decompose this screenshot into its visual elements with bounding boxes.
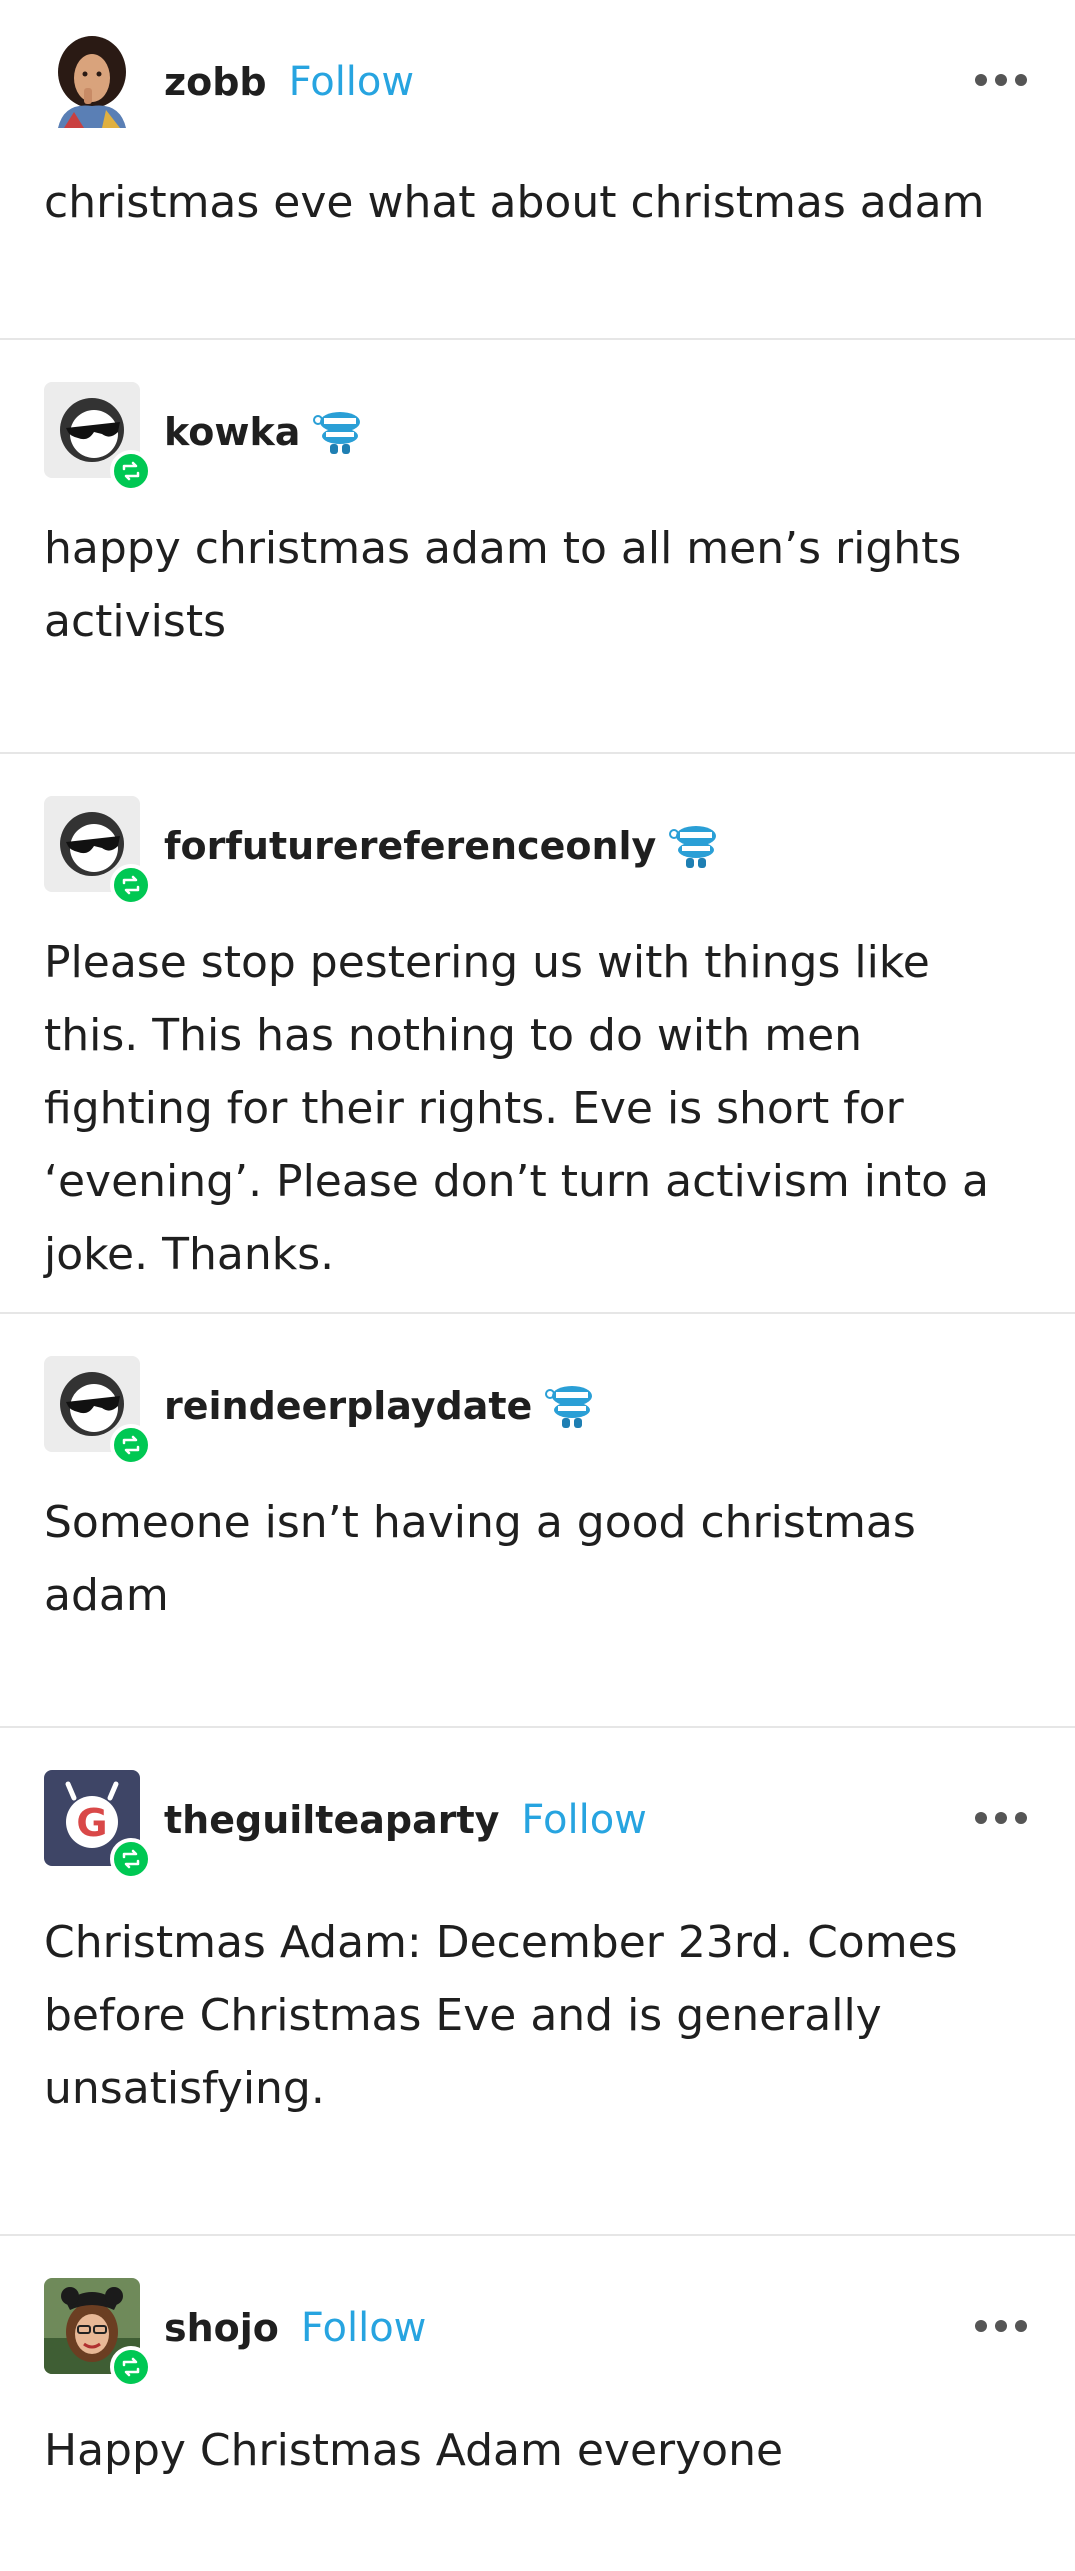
person-photo-icon bbox=[44, 32, 140, 128]
more-options-icon[interactable] bbox=[975, 1808, 1027, 1828]
username[interactable]: theguilteaparty bbox=[164, 1798, 499, 1842]
more-options-icon[interactable] bbox=[975, 2316, 1027, 2336]
post-text: Christmas Adam: December 23rd. Comes bef… bbox=[44, 1917, 958, 2114]
post-header: zobb Follow bbox=[0, 32, 1075, 128]
avatar[interactable] bbox=[44, 2278, 152, 2388]
reblog-badge bbox=[110, 864, 152, 906]
reblog-icon bbox=[122, 2357, 140, 2377]
reblog-icon bbox=[122, 875, 140, 895]
reblog-badge bbox=[110, 1838, 152, 1880]
reblog-thread: zobb Follow christmas eve what about chr… bbox=[0, 32, 1075, 2571]
dot bbox=[995, 74, 1007, 86]
username[interactable]: reindeerplaydate bbox=[164, 1384, 532, 1428]
post-reindeerplaydate: reindeerplaydate Someone isn’t having a … bbox=[0, 1356, 1075, 1728]
reblog-badge bbox=[110, 2346, 152, 2388]
post-header: forfuturereferenceonly bbox=[0, 796, 1075, 906]
dot bbox=[975, 74, 987, 86]
post-shojo: shojo Follow Happy Christmas Adam everyo… bbox=[0, 2278, 1075, 2571]
username[interactable]: kowka bbox=[164, 410, 300, 454]
post-header: reindeerplaydate bbox=[0, 1356, 1075, 1466]
dot bbox=[975, 1812, 987, 1824]
reblog-badge bbox=[110, 450, 152, 492]
post-header: kowka bbox=[0, 382, 1075, 492]
post-text: Happy Christmas Adam everyone bbox=[44, 2425, 784, 2476]
avatar[interactable] bbox=[44, 32, 140, 128]
post-header: G theguilteaparty Follow bbox=[0, 1770, 1075, 1880]
follow-button[interactable]: Follow bbox=[521, 1797, 646, 1843]
follow-button[interactable]: Follow bbox=[289, 59, 414, 105]
dot bbox=[975, 2320, 987, 2332]
reblog-icon bbox=[122, 1849, 140, 1869]
dot bbox=[1015, 74, 1027, 86]
name-row: shojo Follow bbox=[164, 2302, 426, 2354]
chattering-teeth-icon bbox=[668, 818, 720, 874]
avatar[interactable] bbox=[44, 1356, 152, 1466]
post-forfuturereferenceonly: forfuturereferenceonly Please stop peste… bbox=[0, 796, 1075, 1314]
post-text: happy christmas adam to all men’s rights… bbox=[44, 523, 962, 647]
post-zobb: zobb Follow christmas eve what about chr… bbox=[0, 32, 1075, 340]
follow-button[interactable]: Follow bbox=[301, 2305, 426, 2351]
name-row: kowka bbox=[164, 406, 364, 458]
avatar[interactable] bbox=[44, 796, 152, 906]
name-row: theguilteaparty Follow bbox=[164, 1794, 647, 1846]
name-row: zobb Follow bbox=[164, 56, 414, 108]
post-text: Please stop pestering us with things lik… bbox=[44, 937, 990, 1280]
username[interactable]: forfuturereferenceonly bbox=[164, 824, 656, 868]
name-row: reindeerplaydate bbox=[164, 1380, 596, 1432]
dot bbox=[995, 1812, 1007, 1824]
post-header: shojo Follow bbox=[0, 2278, 1075, 2388]
chattering-teeth-icon bbox=[312, 404, 364, 460]
avatar[interactable]: G bbox=[44, 1770, 152, 1880]
svg-text:G: G bbox=[76, 1801, 107, 1845]
reblog-badge bbox=[110, 1424, 152, 1466]
username[interactable]: zobb bbox=[164, 60, 267, 104]
dot bbox=[1015, 1812, 1027, 1824]
username[interactable]: shojo bbox=[164, 2306, 279, 2350]
dot bbox=[1015, 2320, 1027, 2332]
name-row: forfuturereferenceonly bbox=[164, 820, 720, 872]
post-kowka: kowka happy christmas adam to all men’s … bbox=[0, 382, 1075, 754]
post-text: Someone isn’t having a good christmas ad… bbox=[44, 1497, 916, 1621]
reblog-icon bbox=[122, 1435, 140, 1455]
post-text: christmas eve what about christmas adam bbox=[44, 177, 985, 228]
chattering-teeth-icon bbox=[544, 1378, 596, 1434]
more-options-icon[interactable] bbox=[975, 70, 1027, 90]
dot bbox=[995, 2320, 1007, 2332]
post-theguilteaparty: G theguilteaparty Follow Christmas Adam: bbox=[0, 1770, 1075, 2236]
avatar[interactable] bbox=[44, 382, 152, 492]
reblog-icon bbox=[122, 461, 140, 481]
